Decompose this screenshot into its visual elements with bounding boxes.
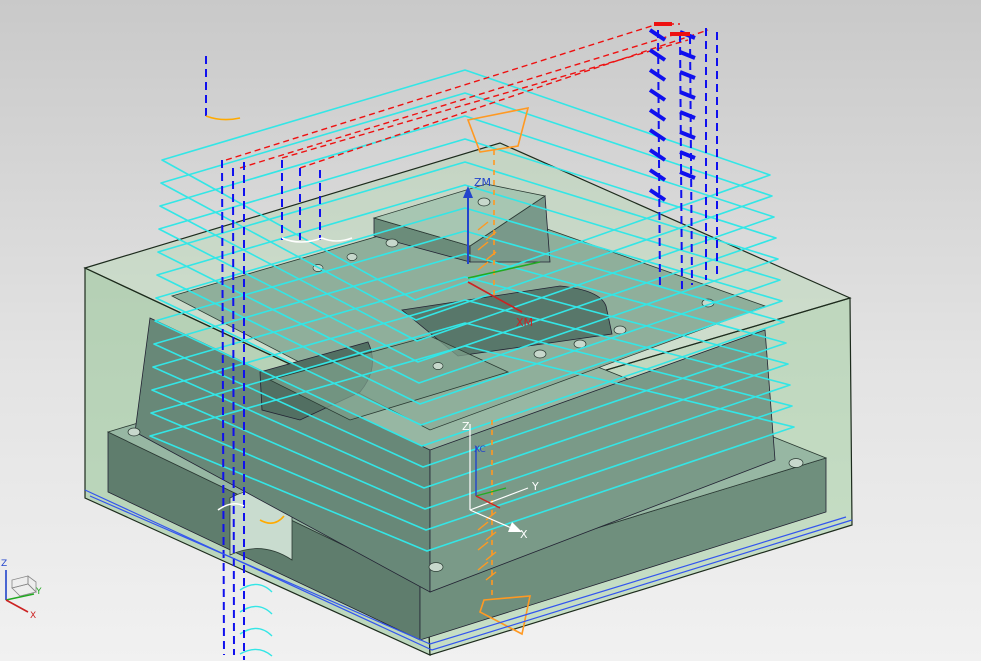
rapid-markers <box>654 22 690 36</box>
graphics-viewport[interactable]: ZM XM Z Y X XC Z Y X <box>0 0 981 661</box>
hole <box>788 458 804 468</box>
triad-x-axis <box>5 599 29 613</box>
helix-tick <box>648 88 667 102</box>
hole <box>346 253 358 261</box>
helix-tick <box>679 150 696 160</box>
hole <box>385 238 399 248</box>
hole <box>613 325 627 335</box>
hole <box>127 427 141 437</box>
mcs-x-label: XM <box>516 316 533 329</box>
mcs-z-label: ZM <box>474 176 491 189</box>
view-triad[interactable]: Z Y X <box>1 559 42 621</box>
triad-y-axis <box>5 593 35 601</box>
hole <box>428 562 444 572</box>
helix-tick <box>679 170 696 180</box>
hole <box>432 362 444 370</box>
helix-tick <box>679 130 696 140</box>
wcs-x-label: X <box>520 528 528 541</box>
wcs-origin-label: XC <box>474 445 486 455</box>
hole <box>533 349 547 359</box>
triad-x-label: X <box>30 611 36 621</box>
rapid-line <box>239 33 677 169</box>
helical-entry-hatch <box>648 28 696 202</box>
helix-tick <box>648 108 667 122</box>
wcs-z-label: Z <box>462 420 470 433</box>
helix-tick <box>679 50 696 60</box>
hole <box>477 197 491 207</box>
rapid-line <box>225 23 659 161</box>
triad-cube-top <box>11 575 29 589</box>
triad-y-label: Y <box>35 587 42 597</box>
toolpath-rapid <box>225 23 709 169</box>
lead-arc <box>205 115 241 121</box>
wcs-y-label: Y <box>531 480 539 493</box>
helix-tick <box>679 90 696 100</box>
cad-scene[interactable]: ZM XM Z Y X XC Z Y X <box>0 0 981 661</box>
triad-cube-side <box>27 575 37 593</box>
helix-tick <box>679 70 696 80</box>
helix-tick <box>679 110 696 120</box>
triad-z-label: Z <box>1 559 7 569</box>
